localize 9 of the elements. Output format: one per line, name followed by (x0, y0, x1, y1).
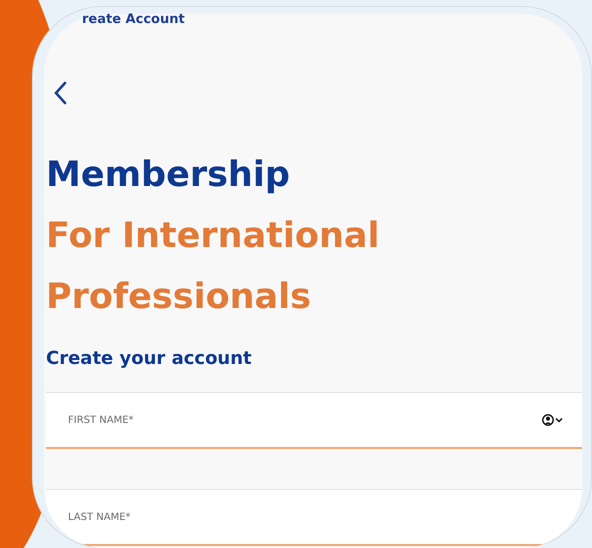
person-dropdown-icon[interactable] (542, 414, 564, 426)
heading-line: Membership (46, 158, 291, 193)
header-title: reate Account (82, 11, 185, 29)
text-field[interactable]: LAST NAME* (46, 489, 582, 546)
section-heading: Create your account (46, 347, 253, 371)
heading-line: For International (46, 219, 380, 254)
heading-line: Professionals (46, 280, 312, 315)
back-icon[interactable] (52, 80, 68, 106)
text-field[interactable]: FIRST NAME* (46, 392, 582, 449)
